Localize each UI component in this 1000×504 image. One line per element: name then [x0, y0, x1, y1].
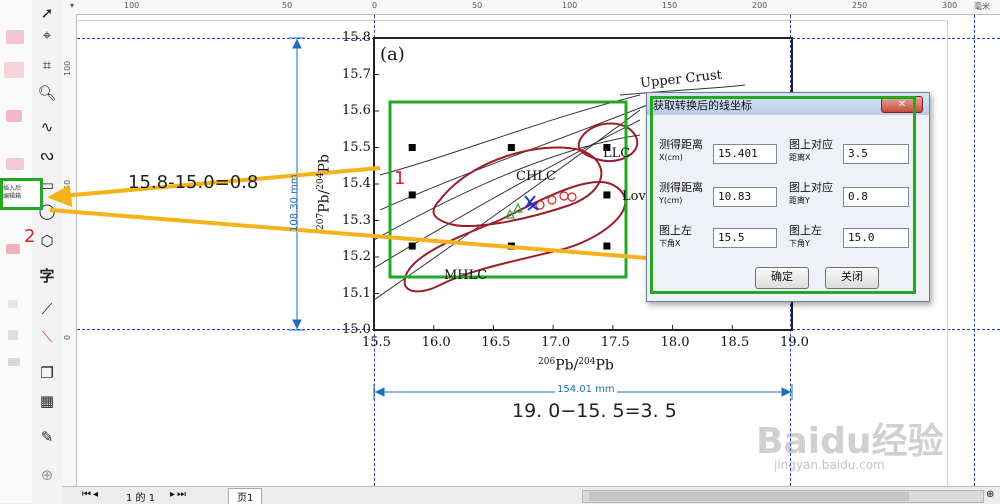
height-dimension-label: 108.30 mm	[289, 174, 300, 232]
growth-curve	[379, 94, 641, 176]
y-tick-label: 15.8	[342, 30, 371, 45]
mhlc-envelope	[403, 181, 627, 293]
x-tick-label: 18.5	[720, 335, 750, 350]
x-tick-label: 17.0	[541, 335, 571, 350]
y-range-formula: 15.8-15.0=0.8	[128, 172, 259, 193]
annotation-chlc: CHLC	[516, 169, 556, 184]
control-point	[507, 144, 515, 151]
page-nav-first-icon[interactable]: ⏮◂	[82, 489, 100, 500]
watermark-logo: Baidu经验	[756, 421, 944, 462]
y-tick-label: 15.0	[342, 322, 371, 337]
page-nav-next-icon[interactable]: ▸⏭	[170, 489, 188, 500]
step-marker-1: 1	[394, 168, 406, 189]
x-range-formula: 19. 0−15. 5=3. 5	[512, 400, 677, 422]
y-tick-label: 15.4	[342, 176, 371, 191]
control-point	[603, 242, 611, 250]
control-point	[603, 191, 611, 199]
y-tick-label: 15.5	[342, 139, 371, 155]
width-dimension-label: 154.01 mm	[555, 384, 617, 395]
y-axis-label: 207Pb/204Pb	[316, 154, 333, 230]
y-tick-label: 15.7	[342, 66, 371, 82]
horizontal-scrollbar[interactable]	[582, 490, 984, 503]
y-tick-label: 15.2	[342, 249, 371, 264]
control-point	[408, 191, 416, 199]
page-count: 1 的 1	[126, 493, 156, 504]
annotation-lov: Lov	[622, 189, 646, 204]
sample-point	[547, 195, 557, 205]
x-axis-label: 206Pb/204Pb	[538, 357, 614, 374]
y-tick-label: 15.6	[342, 103, 371, 118]
page-tab[interactable]: 页1	[228, 488, 263, 504]
zoom-nav-icon[interactable]: ⊕	[986, 489, 994, 500]
sample-point	[567, 192, 577, 202]
control-point	[408, 144, 416, 151]
step-marker-2: 2	[24, 226, 36, 247]
annotation-llc: LLC	[603, 146, 631, 161]
chart-title: (a)	[380, 44, 405, 65]
x-tick-label: 18.0	[660, 335, 690, 350]
sample-point	[559, 191, 569, 201]
growth-curve	[373, 109, 641, 301]
y-tick-label: 15.1	[342, 285, 371, 301]
x-tick-label: 16.5	[481, 335, 511, 350]
x-tick-label: 17.5	[600, 335, 630, 350]
page-navigator: ⏮◂ 1 的 1 ▸⏭ 页1 ⊕	[62, 486, 1000, 504]
y-tick-label: 15.3	[342, 212, 371, 228]
dialog-highlight	[650, 96, 916, 294]
scrollbar-thumb[interactable]	[589, 492, 909, 501]
control-point	[408, 242, 416, 250]
annotation-mhlc: MHLC	[444, 268, 488, 283]
x-tick-label: 19.0	[780, 335, 809, 350]
watermark-url: jingyan.baidu.com	[774, 458, 885, 472]
x-tick-label: 16.0	[421, 335, 451, 350]
x-tick-label: 15.5	[362, 335, 391, 350]
